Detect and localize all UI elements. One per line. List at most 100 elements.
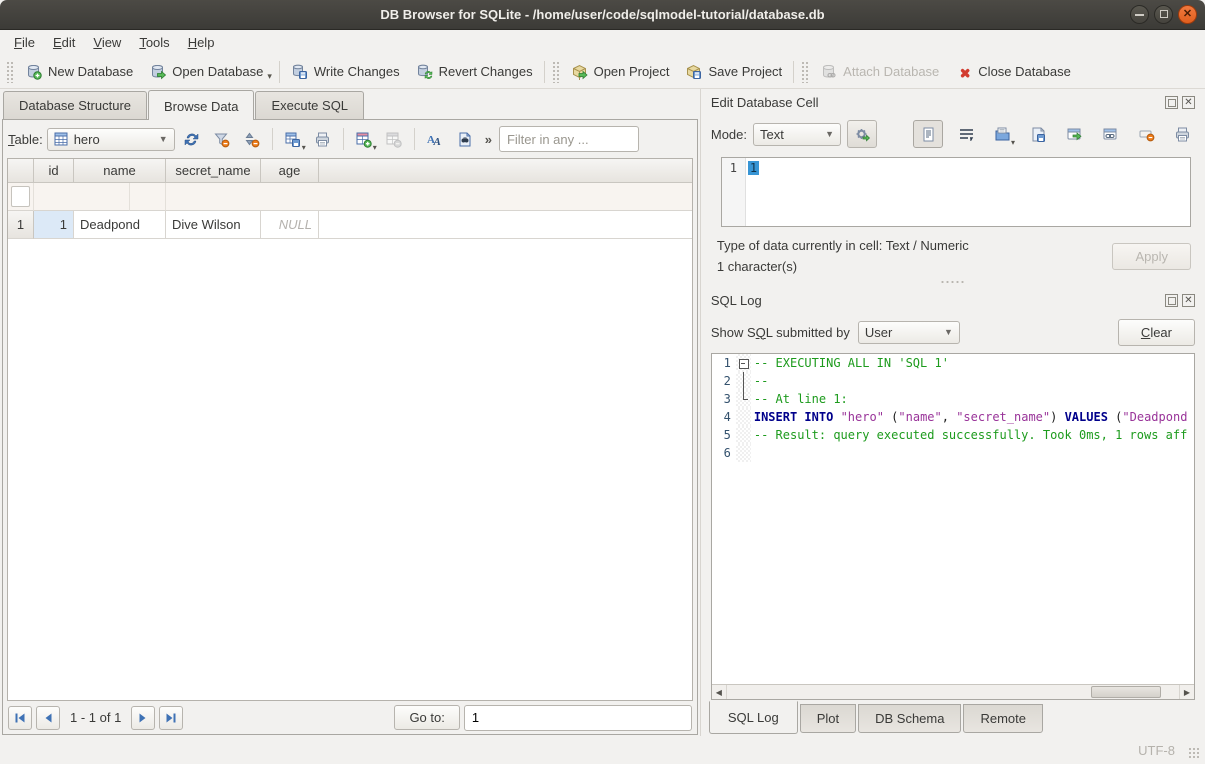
export-data-button[interactable] <box>1025 121 1051 147</box>
float-dock-icon[interactable] <box>1165 294 1178 307</box>
log-line-text: -- EXECUTING ALL IN 'SQL 1' <box>751 354 1194 372</box>
tab-plot[interactable]: Plot <box>800 704 856 733</box>
set-null-button[interactable] <box>1133 121 1159 147</box>
left-panel: Database Structure Browse Data Execute S… <box>0 89 700 736</box>
submitted-by-select[interactable]: User ▼ <box>858 321 960 344</box>
menu-file[interactable]: File <box>5 32 44 53</box>
refresh-button[interactable] <box>179 126 205 152</box>
first-record-button[interactable] <box>8 706 32 730</box>
dock-splitter[interactable] <box>707 277 1199 287</box>
print-button[interactable] <box>310 126 336 152</box>
delete-record-icon <box>385 131 402 148</box>
mode-select[interactable]: Text ▼ <box>753 123 841 146</box>
tab-sql-log[interactable]: SQL Log <box>709 701 798 734</box>
save-project-button[interactable]: Save Project <box>677 58 790 85</box>
sql-log-editor[interactable]: 1-- EXECUTING ALL IN 'SQL 1'2--3-- At li… <box>711 353 1195 700</box>
bottom-tabbar: SQL Log Plot DB Schema Remote <box>707 700 1199 736</box>
copy-url-icon <box>1102 126 1119 143</box>
close-dock-icon[interactable]: ✕ <box>1182 96 1195 109</box>
scroll-left-icon[interactable]: ◀ <box>712 685 727 699</box>
column-header-id[interactable]: id <box>34 159 74 183</box>
menu-tools[interactable]: Tools <box>130 32 178 53</box>
maximize-button[interactable] <box>1154 5 1173 24</box>
scroll-right-icon[interactable]: ▶ <box>1179 685 1194 699</box>
tab-browse-data[interactable]: Browse Data <box>148 90 254 120</box>
titlebar[interactable]: DB Browser for SQLite - /home/user/code/… <box>0 0 1205 30</box>
column-header-secret-name[interactable]: secret_name <box>166 159 261 183</box>
auto-switch-mode-button[interactable] <box>847 120 877 148</box>
open-external-button[interactable] <box>1061 121 1087 147</box>
text-mode-button[interactable] <box>913 120 943 148</box>
print-cell-button[interactable] <box>1169 121 1195 147</box>
minimize-button[interactable] <box>1130 5 1149 24</box>
clear-sort-button[interactable] <box>239 126 265 152</box>
goto-input[interactable] <box>464 705 692 731</box>
cell-secret-name[interactable]: Dive Wilson <box>166 211 261 239</box>
column-header-age[interactable]: age <box>261 159 319 183</box>
sql-log-hscrollbar[interactable]: ◀ ▶ <box>712 684 1194 699</box>
cell-id[interactable]: 1 <box>34 211 74 239</box>
new-database-button[interactable]: New Database <box>17 58 141 85</box>
format-button[interactable]: AA <box>422 126 448 152</box>
sql-log-controls: Show SQL submitted by User ▼ Clear <box>707 313 1199 351</box>
toolbar-overflow-chevron[interactable]: » <box>482 132 495 147</box>
close-dock-icon[interactable]: ✕ <box>1182 294 1195 307</box>
close-database-button[interactable]: Close Database <box>947 58 1079 85</box>
log-line-text: INSERT INTO "hero" ("name", "secret_name… <box>751 408 1194 426</box>
export-data-icon <box>1030 126 1047 143</box>
clear-log-button[interactable]: Clear <box>1118 319 1195 346</box>
sql-log-line: 4INSERT INTO "hero" ("name", "secret_nam… <box>712 408 1194 426</box>
table-row[interactable]: 1 1 Deadpond Dive Wilson NULL <box>8 211 692 239</box>
float-dock-icon[interactable] <box>1165 96 1178 109</box>
table-select[interactable]: hero ▼ <box>47 128 175 151</box>
tab-remote[interactable]: Remote <box>963 704 1043 733</box>
scrollbar-track[interactable] <box>727 685 1179 699</box>
toolbar-grip[interactable] <box>6 61 13 83</box>
delete-record-button <box>381 126 407 152</box>
cell-name[interactable]: Deadpond <box>74 211 166 239</box>
log-line-text: -- At line 1: <box>751 390 1194 408</box>
goto-button[interactable]: Go to: <box>394 705 459 730</box>
clear-sort-icon <box>243 131 260 148</box>
sql-log-line: 5-- Result: query executed successfully.… <box>712 426 1194 444</box>
menu-edit[interactable]: Edit <box>44 32 84 53</box>
cell-age[interactable]: NULL <box>261 211 319 239</box>
menu-view[interactable]: View <box>84 32 130 53</box>
format-icon: AA <box>426 131 443 148</box>
open-project-button[interactable]: Open Project <box>563 58 678 85</box>
previous-record-button[interactable] <box>36 706 60 730</box>
save-results-button[interactable]: ▾ <box>280 126 306 152</box>
find-icon <box>456 131 473 148</box>
write-changes-button[interactable]: Write Changes <box>283 58 408 85</box>
scrollbar-thumb[interactable] <box>1091 686 1161 698</box>
menu-help[interactable]: Help <box>179 32 224 53</box>
filter-input-id[interactable] <box>11 186 30 207</box>
row-number[interactable]: 1 <box>8 211 34 239</box>
close-button[interactable]: ✕ <box>1178 5 1197 24</box>
copy-url-button[interactable] <box>1097 121 1123 147</box>
new-record-button[interactable]: ▾ <box>351 126 377 152</box>
find-button[interactable] <box>452 126 478 152</box>
import-data-button[interactable]: ▾ <box>989 121 1015 147</box>
tab-execute-sql[interactable]: Execute SQL <box>255 91 364 119</box>
tab-db-schema[interactable]: DB Schema <box>858 704 961 733</box>
toolbar-grip[interactable] <box>801 61 808 83</box>
cell-editor-value[interactable]: 1 <box>748 161 759 175</box>
resize-grip[interactable] <box>1188 747 1201 760</box>
fold-marker-icon[interactable] <box>736 354 751 372</box>
word-wrap-button[interactable] <box>953 121 979 147</box>
toolbar-grip[interactable] <box>552 61 559 83</box>
next-record-button[interactable] <box>131 706 155 730</box>
last-record-button[interactable] <box>159 706 183 730</box>
tab-database-structure[interactable]: Database Structure <box>3 91 147 119</box>
open-database-button[interactable]: Open Database <box>141 58 271 85</box>
clear-filters-button[interactable] <box>209 126 235 152</box>
column-header-name[interactable]: name <box>74 159 166 183</box>
filter-any-input[interactable] <box>499 126 639 152</box>
open-database-dropdown-caret[interactable]: ▾ <box>267 71 272 82</box>
filter-cell-name <box>34 183 130 211</box>
revert-changes-button[interactable]: Revert Changes <box>408 58 541 85</box>
cell-editor[interactable]: 1 1 <box>721 157 1191 227</box>
project-save-icon <box>685 63 702 80</box>
edit-cell-dock-buttons: ✕ <box>1165 96 1195 109</box>
